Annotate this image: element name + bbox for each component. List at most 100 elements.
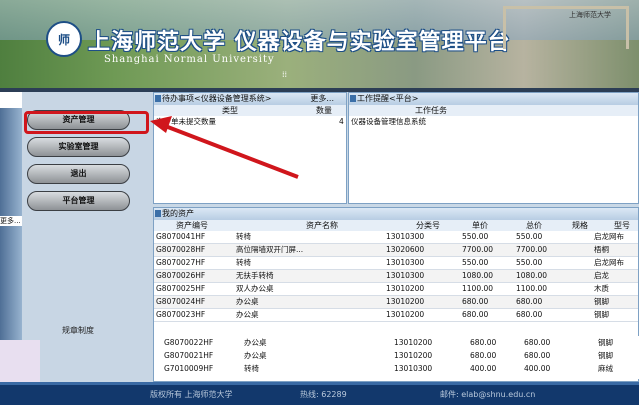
col-asset-id: 资产编号 [176, 221, 208, 230]
cell-asset-name: 办公桌 [244, 351, 267, 360]
cell-category: 13010300 [394, 364, 433, 373]
logout-button[interactable]: 退出 [27, 164, 130, 184]
panel-icon [155, 95, 161, 102]
table-row[interactable]: G8070041HF 转椅 13010300 550.00 550.00 启龙网布 [154, 231, 638, 244]
todo-title: 待办事项<仪器设备管理系统> [162, 94, 272, 103]
todo-count: 4 [339, 117, 344, 126]
cell-total-price: 680.00 [516, 310, 543, 319]
cell-category: 13010300 [386, 258, 425, 267]
collapse-bar-top [0, 92, 22, 108]
platform-title: 上海师范大学 仪器设备与实验室管理平台 [88, 29, 511, 55]
left-nav: 更多... 规章制度 [0, 92, 153, 380]
cell-asset-name: 无扶手转椅 [236, 271, 274, 280]
assets-header: 我的资产 [154, 208, 638, 220]
cell-unit-price: 680.00 [462, 310, 489, 319]
cell-category: 13010200 [394, 351, 433, 360]
reminder-header: 工作提醒<平台> [349, 93, 638, 105]
footer-hotline: 热线: 62289 [300, 390, 347, 399]
university-logo: 师 [46, 21, 82, 57]
cell-model: 梧桐 [594, 245, 609, 254]
table-row[interactable]: G8070023HF 办公桌 13010200 680.00 680.00 钢脚 [154, 309, 638, 322]
cell-asset-id: G8070023HF [156, 310, 206, 319]
cell-asset-name: 双人办公桌 [236, 284, 274, 293]
cell-asset-id: G8070024HF [156, 297, 206, 306]
reminder-column-header: 工作任务 [349, 105, 638, 116]
cell-model: 启龙网布 [594, 258, 624, 267]
cell-total-price: 1080.00 [516, 271, 548, 280]
assets-title: 我的资产 [162, 209, 194, 218]
table-row[interactable]: G7010009HF 转椅 13010300 400.00 400.00 麻绒 [158, 362, 639, 375]
cell-category: 13010200 [386, 310, 425, 319]
cell-model: 木质 [594, 284, 609, 293]
cell-asset-id: G8070025HF [156, 284, 206, 293]
lower-left-area [0, 340, 40, 382]
collapse-bar[interactable] [0, 92, 22, 380]
site-banner: 师 上海师范大学 仪器设备与实验室管理平台 Shanghai Normal Un… [0, 0, 639, 88]
cell-model: 钢脚 [598, 351, 613, 360]
table-row[interactable]: G8070027HF 转椅 13010300 550.00 550.00 启龙网布 [154, 257, 638, 270]
cell-asset-id: G8070022HF [164, 338, 214, 347]
cell-unit-price: 550.00 [462, 232, 489, 241]
cell-unit-price: 400.00 [470, 364, 497, 373]
gate-inscription: 上海师范大学 [569, 11, 611, 19]
col-count: 数量 [316, 106, 332, 115]
todo-header: 待办事项<仪器设备管理系统> 更多... [154, 93, 346, 105]
cell-total-price: 680.00 [524, 338, 551, 347]
col-category: 分类号 [416, 221, 440, 230]
cell-category: 13010300 [386, 271, 425, 280]
reminder-row[interactable]: 仪器设备管理信息系统 [349, 116, 638, 128]
lab-management-button[interactable]: 实验室管理 [27, 137, 130, 157]
cell-asset-id: G8070027HF [156, 258, 206, 267]
cell-asset-name: 高位隔墙双开门屏... [236, 245, 304, 254]
rules-link[interactable]: 规章制度 [62, 325, 94, 336]
cell-unit-price: 680.00 [470, 351, 497, 360]
todo-row[interactable]: 资产单未提交数量 4 [154, 116, 346, 128]
cell-unit-price: 680.00 [462, 297, 489, 306]
splitter-grip-icon[interactable]: ⁞⁞ [282, 70, 287, 79]
cell-asset-name: 转椅 [236, 232, 251, 241]
footer-email: 邮件: elab@shnu.edu.cn [440, 390, 536, 399]
logo-text: 师 [57, 32, 70, 47]
cell-model: 麻绒 [598, 364, 613, 373]
cell-unit-price: 550.00 [462, 258, 489, 267]
cell-model: 启龙网布 [594, 232, 624, 241]
left-more-link[interactable]: 更多... [0, 216, 22, 226]
reminder-task: 仪器设备管理信息系统 [351, 117, 426, 126]
cell-total-price: 680.00 [516, 297, 543, 306]
table-row[interactable]: G8070028HF 高位隔墙双开门屏... 13020600 7700.00 7700… [154, 244, 638, 257]
cell-unit-price: 1100.00 [462, 284, 494, 293]
assets-overflow-rows: G8070022HF 办公桌 13010200 680.00 680.00 钢脚 G8070… [158, 336, 639, 379]
cell-asset-id: G8070021HF [164, 351, 214, 360]
cell-asset-name: 转椅 [236, 258, 251, 267]
col-unit-price: 单价 [472, 221, 488, 230]
assets-column-header: 资产编号 资产名称 分类号 单价 总价 规格 型号 [154, 220, 638, 231]
cell-total-price: 680.00 [524, 351, 551, 360]
table-row[interactable]: G8070025HF 双人办公桌 13010200 1100.00 1100.00 木质 [154, 283, 638, 296]
cell-model: 钢脚 [594, 297, 609, 306]
cell-asset-name: 办公桌 [236, 297, 259, 306]
table-row[interactable]: G8070022HF 办公桌 13010200 680.00 680.00 钢脚 [158, 336, 639, 349]
col-task: 工作任务 [415, 106, 447, 115]
cell-model: 钢脚 [594, 310, 609, 319]
platform-management-button[interactable]: 平台管理 [27, 191, 130, 211]
cell-total-price: 1100.00 [516, 284, 548, 293]
cell-unit-price: 7700.00 [462, 245, 494, 254]
col-total-price: 总价 [526, 221, 542, 230]
table-row[interactable]: G8070026HF 无扶手转椅 13010300 1080.00 1080.00 启龙 [154, 270, 638, 283]
cell-unit-price: 680.00 [470, 338, 497, 347]
table-row[interactable]: G8070021HF 办公桌 13010200 680.00 680.00 钢脚 [158, 349, 639, 362]
col-type: 类型 [222, 106, 238, 115]
cell-asset-name: 办公桌 [244, 338, 267, 347]
table-row[interactable]: G8070024HF 办公桌 13010200 680.00 680.00 钢脚 [154, 296, 638, 309]
reminder-title: 工作提醒<平台> [357, 94, 419, 103]
cell-total-price: 550.00 [516, 232, 543, 241]
todo-column-header: 类型 数量 [154, 105, 346, 116]
col-model: 型号 [614, 221, 630, 230]
todo-panel: 待办事项<仪器设备管理系统> 更多... 类型 数量 资产单未提交数量 4 [153, 92, 347, 204]
cell-category: 13010200 [394, 338, 433, 347]
col-asset-name: 资产名称 [306, 221, 338, 230]
cell-asset-id: G8070028HF [156, 245, 206, 254]
todo-more-link[interactable]: 更多... [310, 93, 334, 105]
cell-asset-name: 转椅 [244, 364, 259, 373]
panel-icon [155, 210, 161, 217]
